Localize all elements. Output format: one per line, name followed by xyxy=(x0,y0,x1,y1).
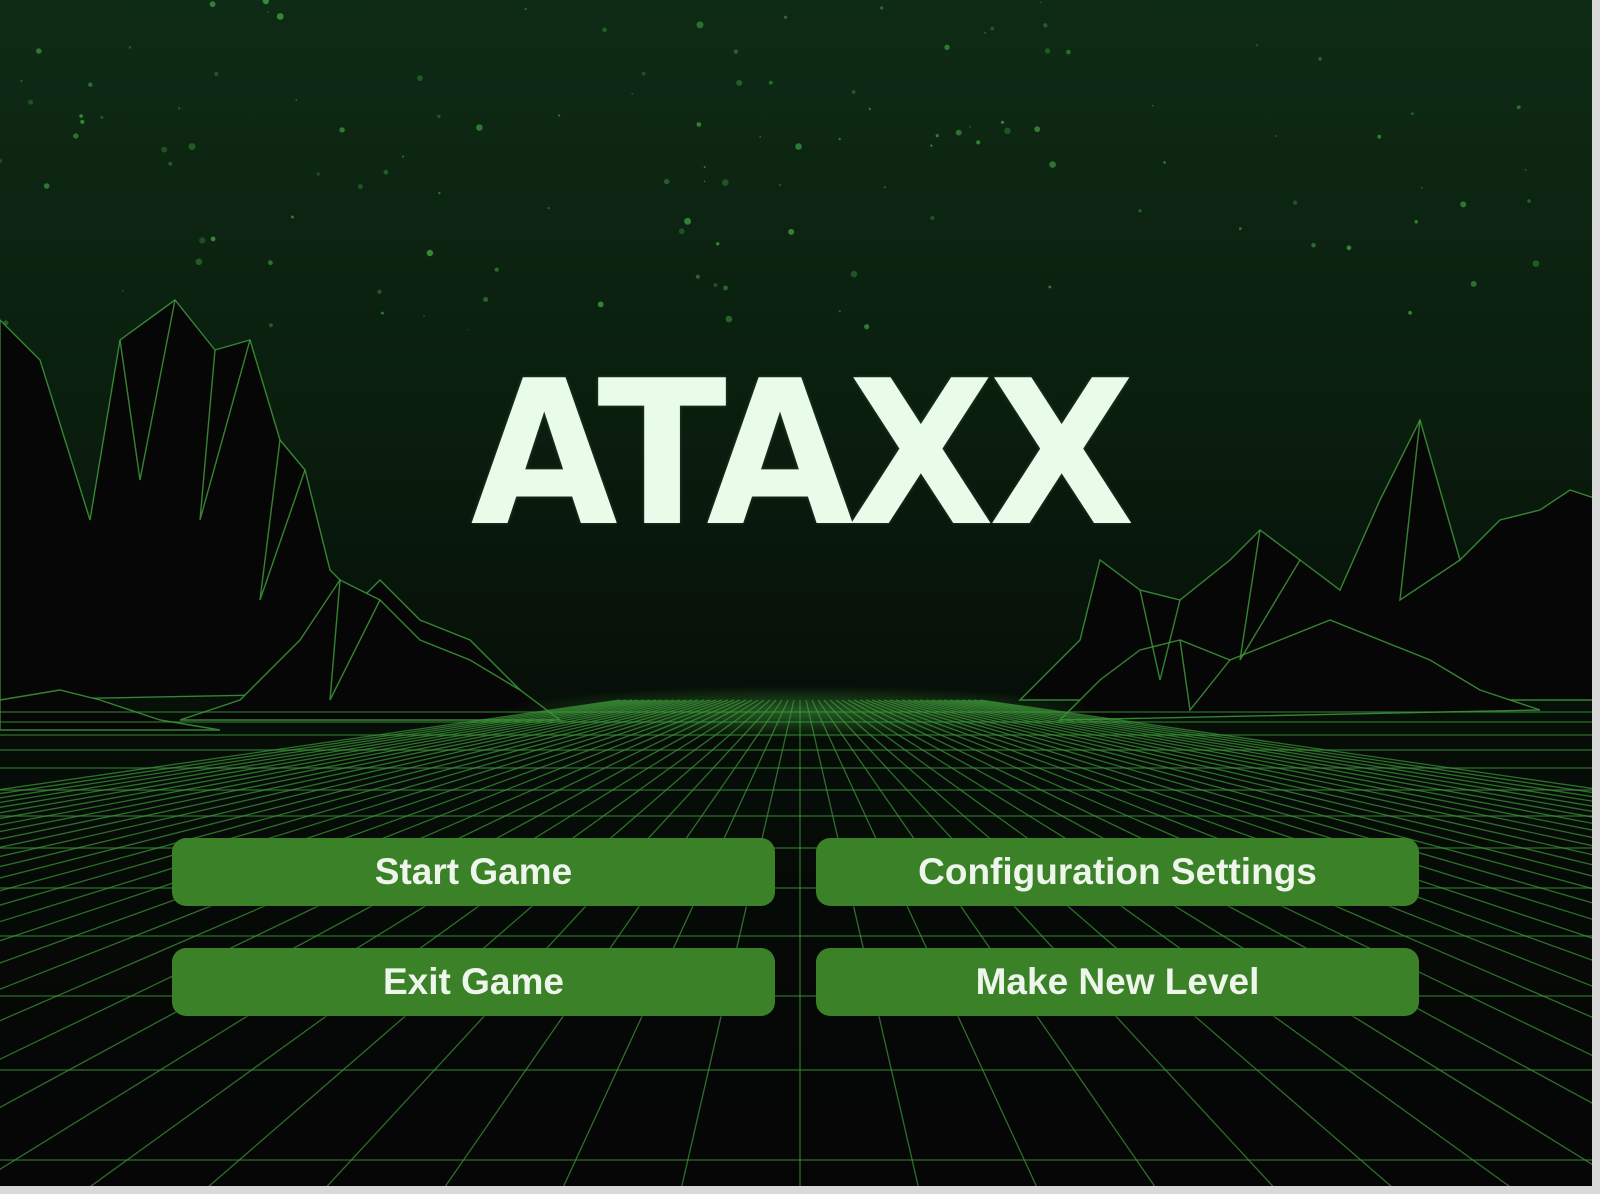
window-frame-right xyxy=(1592,0,1600,1194)
make-new-level-button[interactable]: Make New Level xyxy=(816,948,1419,1016)
exit-game-button[interactable]: Exit Game xyxy=(172,948,775,1016)
start-game-button[interactable]: Start Game xyxy=(172,838,775,906)
configuration-settings-button[interactable]: Configuration Settings xyxy=(816,838,1419,906)
window-frame-bottom xyxy=(0,1186,1600,1194)
